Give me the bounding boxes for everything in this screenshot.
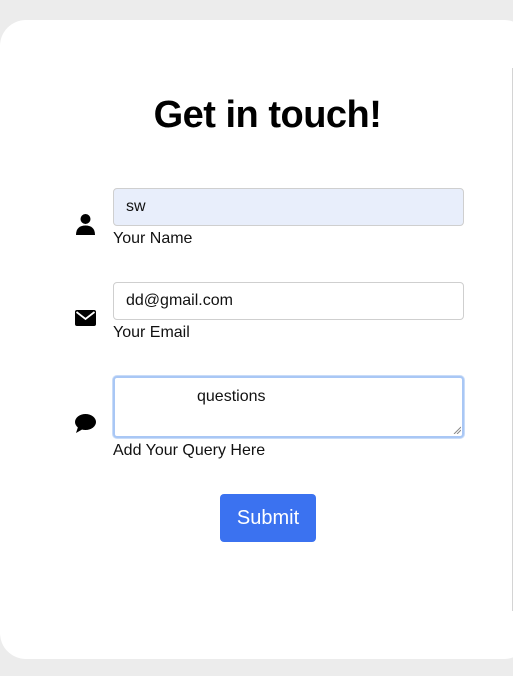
user-icon [74,213,96,235]
email-label: Your Email [113,324,190,341]
email-input[interactable] [113,282,464,320]
envelope-icon [74,307,96,329]
name-input[interactable] [113,188,464,226]
page-title: Get in touch! [153,94,382,136]
name-label: Your Name [113,230,193,247]
query-label: Add Your Query Here [113,442,266,459]
resize-grip-icon[interactable] [453,426,461,434]
comment-icon [74,412,96,434]
submit-button[interactable]: Submit [220,494,316,542]
query-textarea[interactable]: questions [113,376,464,438]
